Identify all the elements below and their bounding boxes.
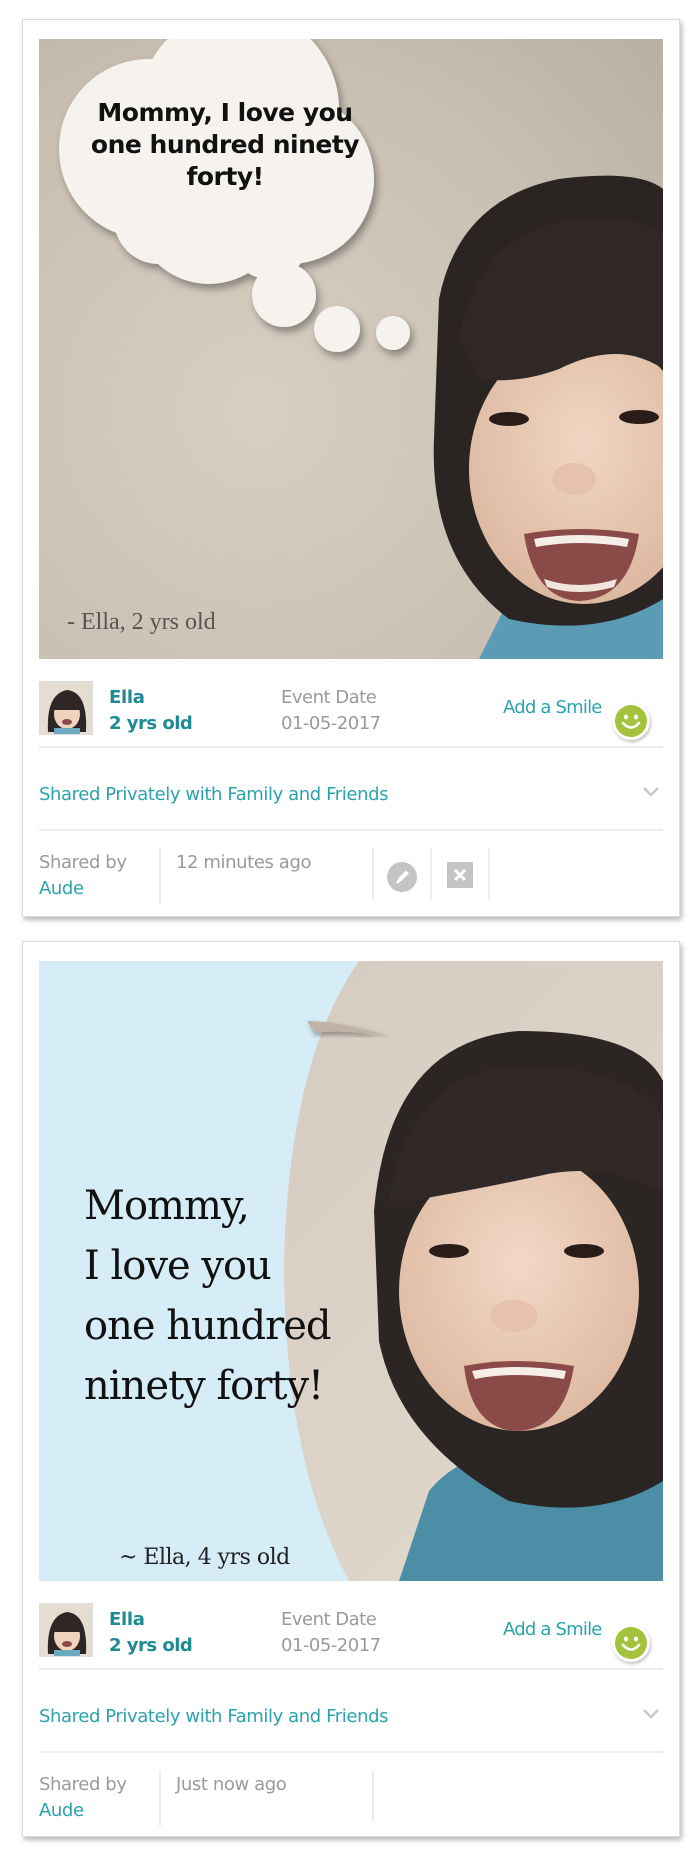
smiley-icon (615, 1627, 647, 1659)
memory-meta: Ella 2 yrs old Event Date 01-05-2017 Add… (39, 659, 663, 749)
event-date-value: 01-05-2017 (281, 1635, 381, 1656)
divider-vertical (159, 1770, 161, 1826)
caption-line: Mommy, (84, 1183, 250, 1229)
time-ago: Just now ago (176, 1774, 287, 1795)
child-age: 2 yrs old (109, 1635, 193, 1656)
bubble-caption: Mommy, I love you one hundred ninety for… (79, 97, 371, 193)
shared-by-name[interactable]: Aude (39, 1800, 84, 1821)
divider-vertical (372, 848, 374, 900)
privacy-setting[interactable]: Shared Privately with Family and Friends (39, 1706, 388, 1727)
divider-vertical (488, 848, 490, 900)
pencil-icon (396, 870, 409, 884)
smiley-icon (615, 705, 647, 737)
child-name[interactable]: Ella (109, 687, 145, 708)
privacy-setting[interactable]: Shared Privately with Family and Friends (39, 784, 388, 805)
photo-attribution: ~ Ella, 4 yrs old (119, 1545, 290, 1570)
shared-by-label: Shared by (39, 1774, 127, 1795)
divider (39, 829, 663, 831)
child-avatar[interactable] (39, 1603, 93, 1657)
child-avatar[interactable] (39, 681, 93, 735)
panel-caption: Mommy, I love you one hundred ninety for… (84, 1176, 332, 1416)
event-date-label: Event Date (281, 1609, 377, 1630)
divider-vertical (430, 848, 432, 900)
chevron-down-icon[interactable] (643, 786, 659, 798)
caption-line: one hundred (84, 1303, 332, 1349)
divider-vertical (372, 1770, 374, 1822)
shared-by-name[interactable]: Aude (39, 878, 84, 899)
divider (39, 1751, 663, 1753)
child-name[interactable]: Ella (109, 1609, 145, 1630)
photo-attribution: - Ella, 2 yrs old (67, 609, 216, 635)
child-age: 2 yrs old (109, 713, 193, 734)
edit-button[interactable] (387, 862, 417, 892)
memory-photo[interactable]: Mommy, I love you one hundred ninety for… (39, 961, 663, 1581)
memory-card: Mommy, I love you one hundred ninety for… (22, 941, 680, 1837)
caption-line: Mommy, I love you (97, 98, 353, 127)
delete-button[interactable] (447, 862, 473, 888)
chevron-down-icon[interactable] (643, 1708, 659, 1720)
memory-meta: Ella 2 yrs old Event Date 01-05-2017 Add… (39, 1581, 663, 1671)
memory-photo[interactable]: Mommy, I love you one hundred ninety for… (39, 39, 663, 659)
event-date-value: 01-05-2017 (281, 713, 381, 734)
add-smile-button[interactable]: Add a Smile (503, 697, 602, 718)
smile-button[interactable] (612, 1624, 650, 1662)
add-smile-button[interactable]: Add a Smile (503, 1619, 602, 1640)
caption-line: one hundred ninety (90, 130, 360, 159)
divider-vertical (159, 848, 161, 904)
shared-by-label: Shared by (39, 852, 127, 873)
close-icon (453, 868, 467, 882)
memory-footer: Shared by Aude Just now ago (39, 1762, 663, 1852)
caption-line: forty! (186, 162, 264, 191)
time-ago: 12 minutes ago (176, 852, 312, 873)
smile-button[interactable] (612, 702, 650, 740)
memory-footer: Shared by Aude 12 minutes ago (39, 840, 663, 930)
caption-line: ninety forty! (84, 1363, 324, 1409)
event-date-label: Event Date (281, 687, 377, 708)
memory-card: Mommy, I love you one hundred ninety for… (22, 19, 680, 917)
divider (39, 746, 663, 748)
divider (39, 1668, 663, 1670)
caption-line: I love you (84, 1243, 272, 1289)
